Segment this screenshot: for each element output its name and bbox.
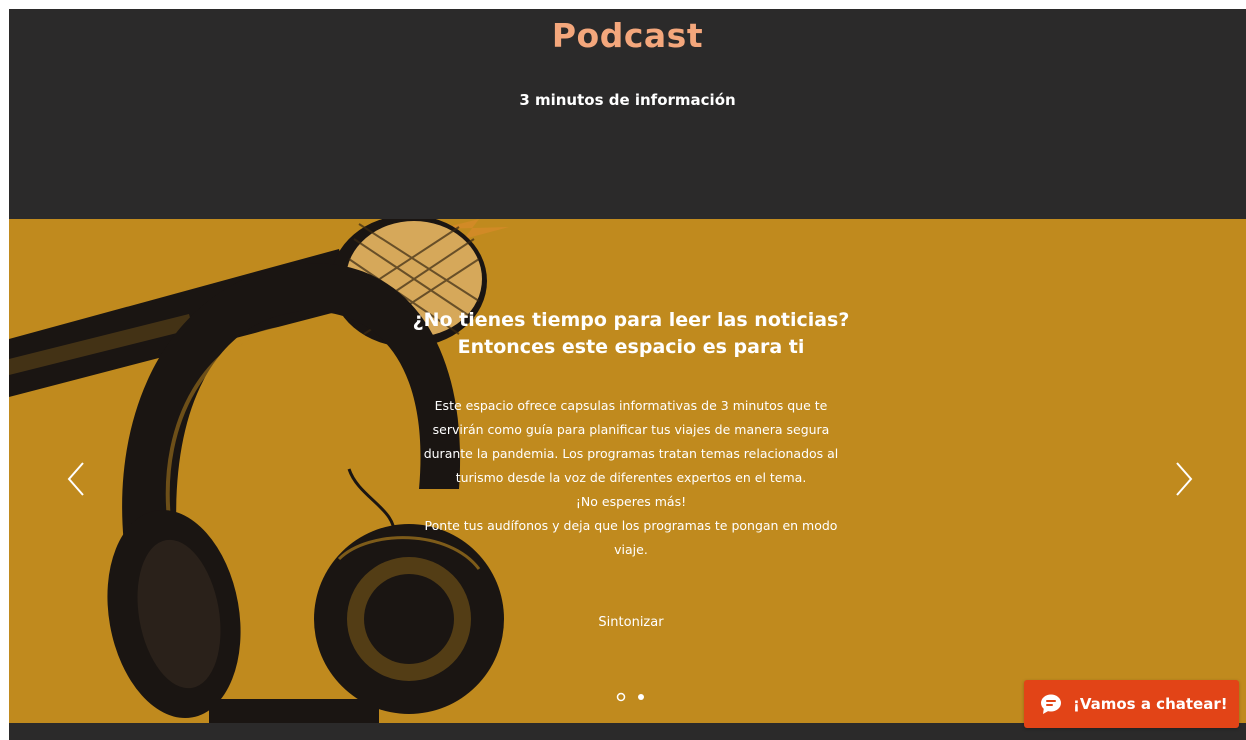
page-title: Podcast: [551, 16, 704, 55]
description-line: servirán como guía para planificar tus v…: [432, 422, 830, 437]
podcast-header: Podcast 3 minutos de información: [9, 9, 1246, 219]
tune-in-link[interactable]: Sintonizar: [581, 615, 681, 630]
slide-headline-line-1: ¿No tienes tiempo para leer las noticias…: [412, 309, 850, 331]
chevron-right-icon[interactable]: [1169, 457, 1199, 501]
chat-button[interactable]: ¡Vamos a chatear!: [1024, 680, 1239, 728]
podcast-slider: ¿No tienes tiempo para leer las noticias…: [9, 219, 1246, 723]
slide-headline: ¿No tienes tiempo para leer las noticias…: [381, 307, 881, 361]
podcast-section: Podcast 3 minutos de información ¿No tie…: [9, 9, 1246, 740]
slide-headline-line-2: Entonces este espacio es para ti: [457, 336, 805, 358]
slide-dot-active[interactable]: [616, 692, 626, 702]
slide-description: Este espacio ofrece capsulas informativa…: [401, 394, 861, 562]
chat-bubble-icon: [1041, 694, 1061, 714]
chevron-left-icon[interactable]: [61, 457, 91, 501]
description-line: Este espacio ofrece capsulas informativa…: [434, 398, 828, 413]
description-line: Ponte tus audífonos y deja que los progr…: [424, 518, 838, 533]
description-line: viaje.: [614, 542, 648, 557]
description-line: ¡No esperes más!: [575, 494, 687, 509]
page-subtitle: 3 minutos de información: [519, 91, 736, 109]
description-line: durante la pandemia. Los programas trata…: [423, 446, 839, 461]
description-line: turismo desde la voz de diferentes exper…: [455, 470, 807, 485]
slide-dot[interactable]: [636, 692, 646, 702]
chat-button-label: ¡Vamos a chatear!: [1073, 695, 1228, 713]
